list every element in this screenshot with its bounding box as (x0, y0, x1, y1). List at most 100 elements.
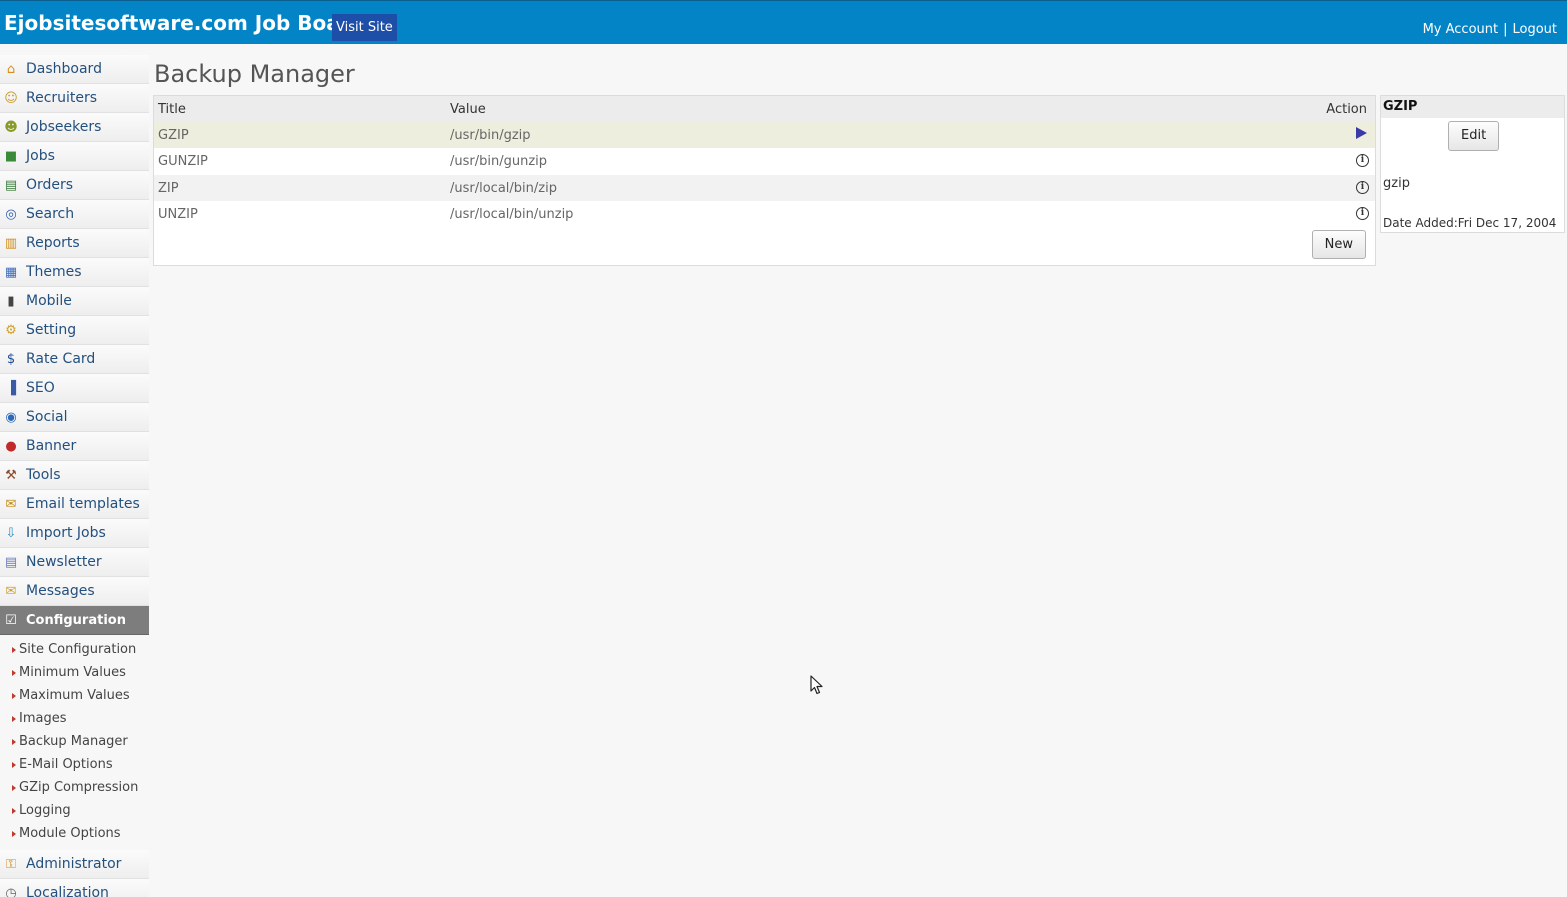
social-icon: ◉ (5, 410, 17, 425)
sidebar-item-label: Configuration (26, 613, 126, 628)
sidebar-item-social[interactable]: ◉ Social (0, 403, 149, 432)
messages-icon: ✉ (5, 584, 17, 599)
visit-site-button[interactable]: Visit Site (332, 14, 397, 41)
clock-icon: ◷ (5, 886, 17, 897)
submenu-item-label: Site Configuration (19, 642, 137, 657)
sidebar-item-label: Themes (26, 264, 82, 280)
bullet-arrow-icon (12, 693, 16, 699)
sidebar-item-email-templates[interactable]: ✉ Email templates (0, 490, 149, 519)
sidebar-item-label: Recruiters (26, 90, 98, 106)
tools-icon: ⚒ (5, 468, 17, 483)
sidebar-item-reports[interactable]: ▥ Reports (0, 229, 149, 258)
submenu-item-logging[interactable]: Logging (0, 800, 149, 823)
sidebar-item-label: Reports (26, 235, 80, 251)
sidebar-item-configuration[interactable]: ☑ Configuration (0, 606, 149, 635)
banner-icon: ● (5, 439, 17, 454)
sidebar-item-label: Orders (26, 177, 74, 193)
sidebar-main-nav: ⌂ Dashboard ☺ Recruiters ☻ Jobseekers ■ Jobs ▤ Or… (0, 55, 149, 635)
sidebar-item-label: Jobseekers (26, 119, 102, 135)
submenu-item-label: Images (19, 711, 67, 726)
sidebar-item-label: Dashboard (26, 61, 102, 77)
column-header-title: Title (158, 102, 186, 117)
sidebar-item-localization[interactable]: ◷ Localization (0, 879, 149, 897)
detail-date-added: Date Added:Fri Dec 17, 2004 (1383, 216, 1557, 230)
cell-value: /usr/local/bin/zip (450, 180, 557, 196)
sidebar-item-label: Newsletter (26, 554, 102, 570)
my-account-link[interactable]: My Account (1423, 22, 1499, 37)
sidebar-item-label: Import Jobs (26, 525, 106, 541)
bullet-arrow-icon (12, 647, 16, 653)
submenu-item-label: Backup Manager (19, 734, 128, 749)
table-row[interactable]: GUNZIP/usr/bin/gunzip i (154, 148, 1375, 175)
admin-sidebar: ⌂ Dashboard ☺ Recruiters ☻ Jobseekers ■ Jobs ▤ Or… (0, 55, 149, 897)
sidebar-item-label: Social (26, 409, 68, 425)
configuration-icon: ☑ (5, 613, 17, 628)
cell-value: /usr/bin/gzip (450, 128, 531, 143)
search-icon: ◎ (5, 207, 17, 222)
import-icon: ⇩ (5, 526, 17, 541)
sidebar-item-tools[interactable]: ⚒ Tools (0, 461, 149, 490)
site-brand-title[interactable]: Ejobsitesoftware.com Job Board (4, 11, 364, 35)
cell-title: UNZIP (158, 206, 198, 222)
seo-chart-icon: ▐ (6, 381, 16, 396)
sidebar-item-recruiters[interactable]: ☺ Recruiters (0, 84, 149, 113)
bullet-arrow-icon (12, 831, 16, 837)
sidebar-item-jobs[interactable]: ■ Jobs (0, 142, 149, 171)
sidebar-item-messages[interactable]: ✉ Messages (0, 577, 149, 606)
submenu-item-maximum-values[interactable]: Maximum Values (0, 685, 149, 708)
submenu-item-images[interactable]: Images (0, 708, 149, 731)
play-arrow-icon[interactable] (1356, 127, 1370, 141)
submenu-item-backup-manager[interactable]: Backup Manager (0, 731, 149, 754)
account-links: My Account | Logout (1423, 22, 1557, 37)
reports-icon: ▥ (4, 236, 18, 251)
sidebar-item-label: Jobs (26, 148, 55, 164)
orders-icon: ▤ (4, 178, 18, 193)
sidebar-item-label: Messages (26, 583, 95, 599)
configuration-submenu: Site Configuration Minimum Values Maximum … (0, 635, 149, 850)
sidebar-item-setting[interactable]: ⚙ Setting (0, 316, 149, 345)
new-button[interactable]: New (1311, 230, 1366, 259)
sidebar-item-dashboard[interactable]: ⌂ Dashboard (0, 55, 149, 84)
table-row[interactable]: GZIP/usr/bin/gzip (154, 122, 1375, 148)
submenu-item-label: E-Mail Options (19, 757, 113, 772)
sidebar-item-label: SEO (26, 380, 55, 396)
detail-panel: GZIP Edit gzip Date Added:Fri Dec 17, 20… (1380, 95, 1565, 233)
info-icon[interactable]: i (1356, 154, 1370, 168)
sidebar-item-import-jobs[interactable]: ⇩ Import Jobs (0, 519, 149, 548)
sidebar-item-jobseekers[interactable]: ☻ Jobseekers (0, 113, 149, 142)
table-row[interactable]: UNZIP/usr/local/bin/unzip i (154, 200, 1375, 227)
column-header-value: Value (450, 102, 486, 117)
themes-icon: ▦ (4, 265, 18, 280)
sidebar-item-rate-card[interactable]: $ Rate Card (0, 345, 149, 374)
administrator-icon: ⚿ (6, 857, 16, 872)
info-icon[interactable]: i (1356, 206, 1370, 221)
edit-button[interactable]: Edit (1448, 121, 1500, 151)
bullet-arrow-icon (12, 739, 16, 745)
submenu-item-e-mail-options[interactable]: E-Mail Options (0, 754, 149, 777)
info-icon[interactable]: i (1356, 180, 1370, 195)
bullet-arrow-icon (12, 670, 16, 676)
bullet-arrow-icon (12, 785, 16, 791)
newsletter-icon: ▤ (4, 555, 18, 570)
cell-value: /usr/local/bin/unzip (450, 206, 574, 222)
submenu-item-minimum-values[interactable]: Minimum Values (0, 662, 149, 685)
sidebar-item-search[interactable]: ◎ Search (0, 200, 149, 229)
sidebar-item-newsletter[interactable]: ▤ Newsletter (0, 548, 149, 577)
sidebar-item-mobile[interactable]: ▮ Mobile (0, 287, 149, 316)
sidebar-item-label: Search (26, 206, 75, 222)
logout-link[interactable]: Logout (1512, 22, 1557, 37)
table-row[interactable]: ZIP/usr/local/bin/zip i (154, 174, 1375, 201)
detail-value: gzip (1383, 176, 1410, 191)
sidebar-item-seo[interactable]: ▐ SEO (0, 374, 149, 403)
sidebar-item-administrator[interactable]: ⚿ Administrator (0, 850, 149, 879)
link-separator: | (1503, 22, 1508, 37)
submenu-item-gzip-compression[interactable]: GZip Compression (0, 777, 149, 800)
bullet-arrow-icon (12, 808, 16, 814)
submenu-item-label: GZip Compression (19, 780, 139, 795)
sidebar-item-themes[interactable]: ▦ Themes (0, 258, 149, 287)
sidebar-item-label: Banner (26, 438, 77, 454)
sidebar-item-banner[interactable]: ● Banner (0, 432, 149, 461)
submenu-item-site-configuration[interactable]: Site Configuration (0, 639, 149, 662)
submenu-item-module-options[interactable]: Module Options (0, 823, 149, 846)
sidebar-item-orders[interactable]: ▤ Orders (0, 171, 149, 200)
